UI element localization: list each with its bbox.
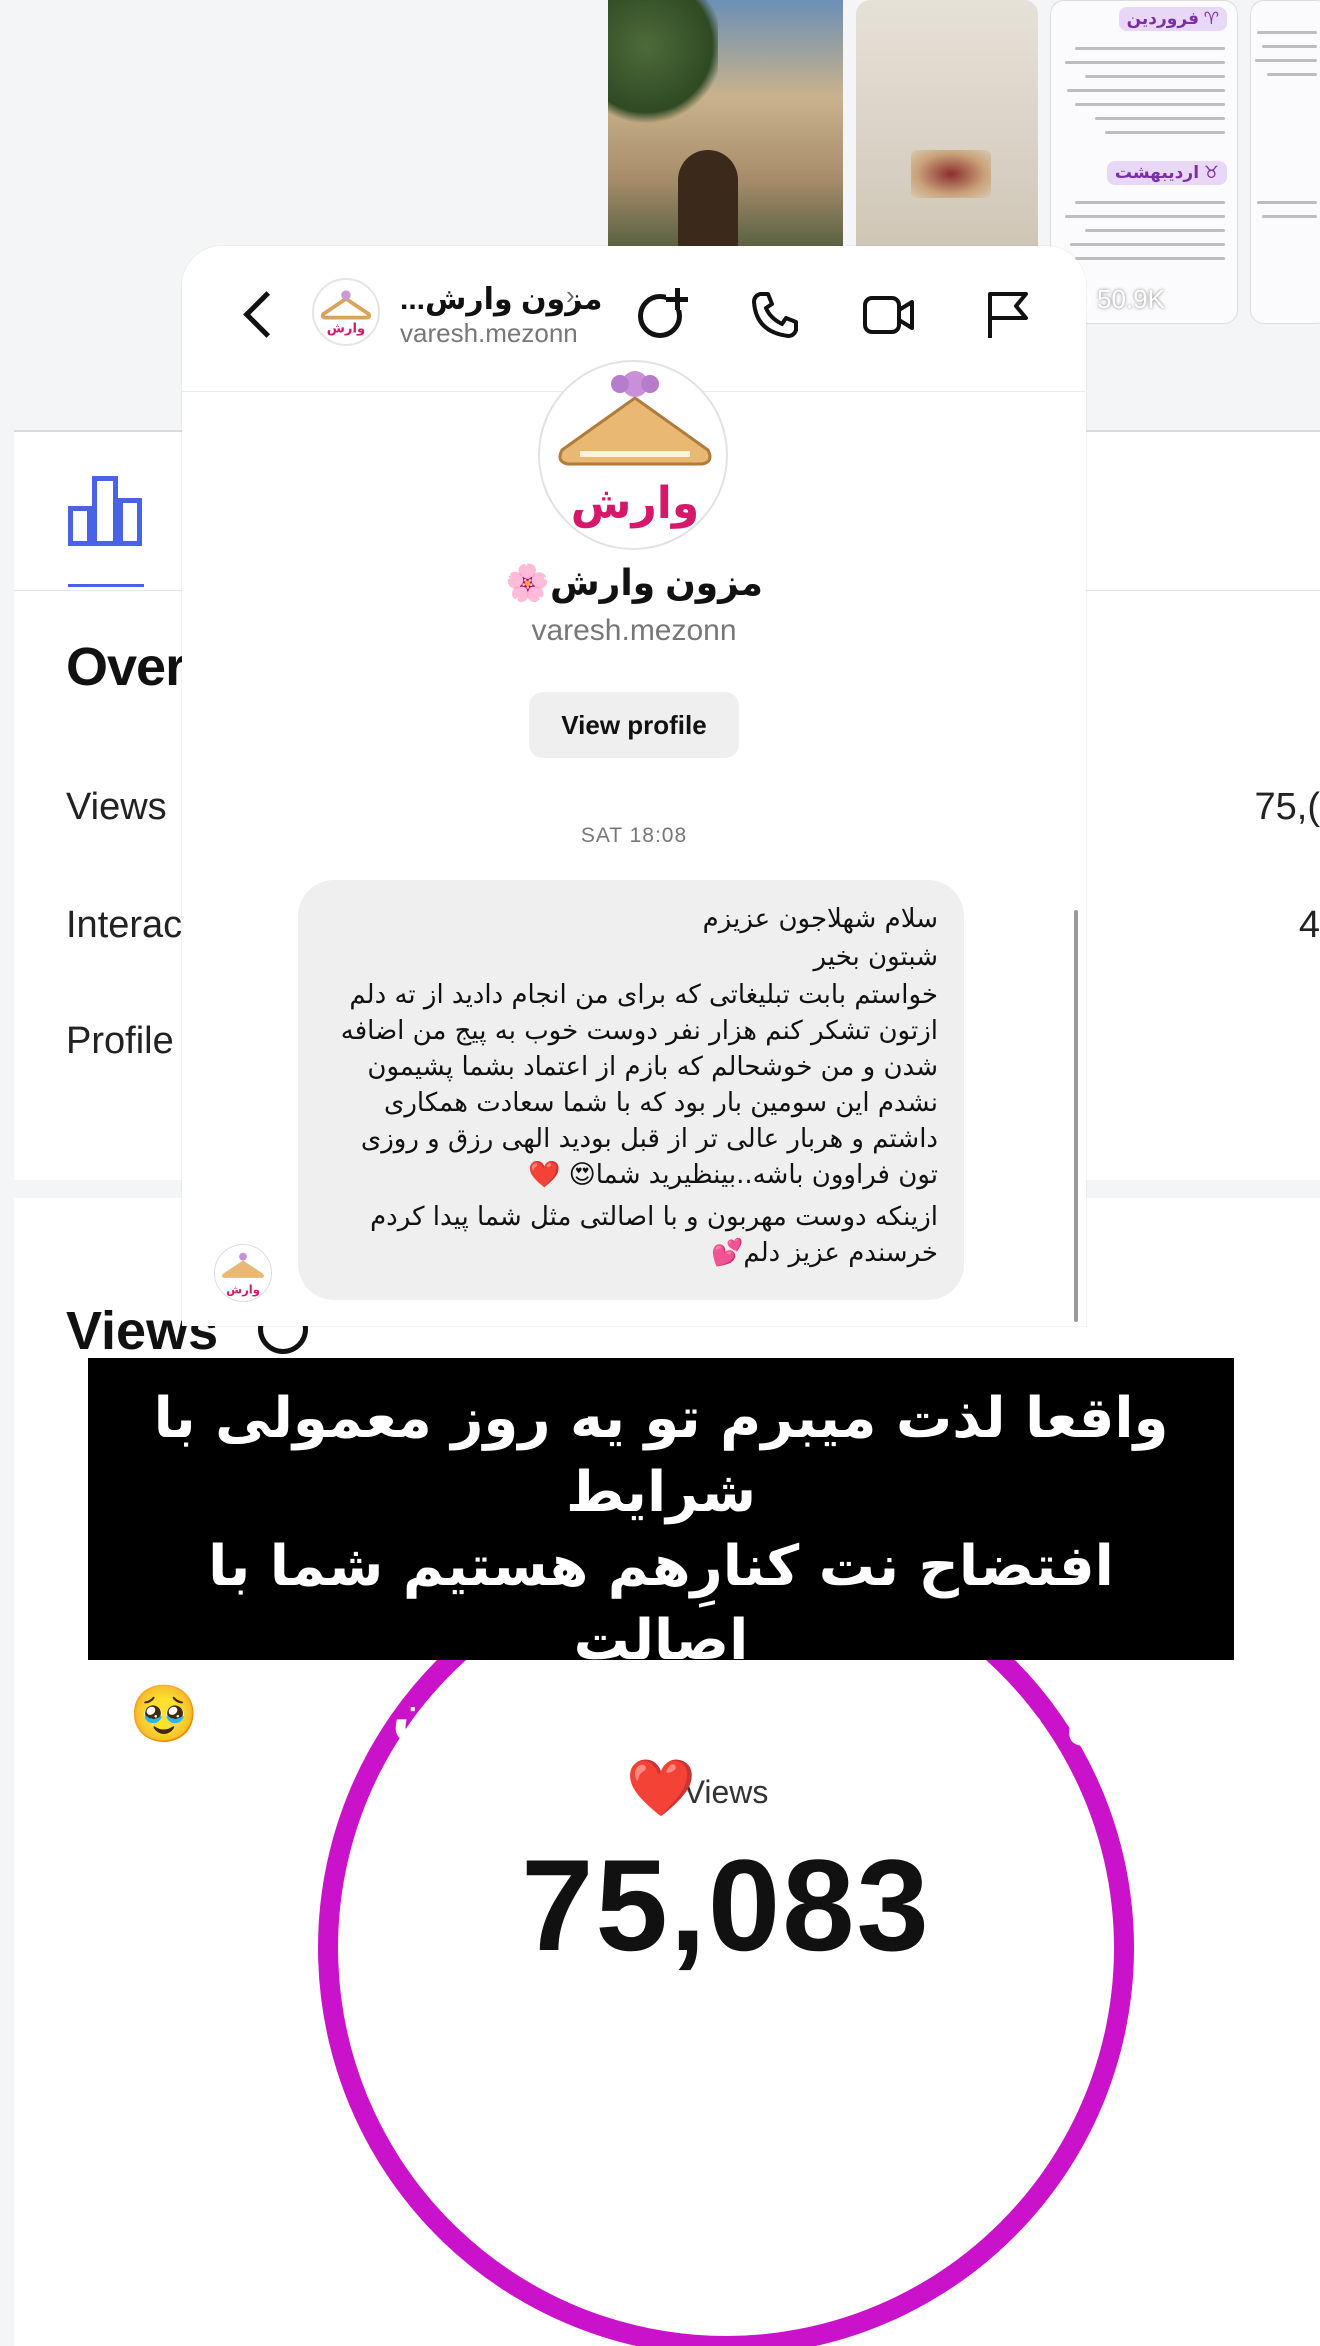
doc-tag-ordibehesht: اردیبهشت ♉ [1106,161,1227,185]
sender-avatar[interactable]: وارش [214,1244,272,1302]
message-line: شدن و من خوشحالم که بازم از اعتماد بشما … [367,1052,938,1082]
profile-avatar[interactable]: وارش [538,360,728,550]
post-thumbnail-horoscope-2[interactable] [1250,0,1320,324]
stat-label-interactions: Interac [66,904,183,946]
add-call-icon[interactable] [636,288,690,342]
message-line: تون فراوون باشه..بینظیرید شما😍 ❤️ [528,1160,938,1190]
chevron-right-icon: › [566,280,575,310]
profile-name: مزون وارش🌸 [505,562,763,603]
svg-text:وارش: وارش [226,1282,260,1297]
video-call-icon[interactable] [862,288,916,342]
bar-chart-icon[interactable] [68,476,142,546]
message-line: سلام شهلاجون عزیزم [702,904,938,934]
message-line: داشتم و هربار عالی تر از قبل بودید الهی … [360,1124,938,1154]
svg-text:وارش: وارش [571,478,699,529]
view-profile-button[interactable]: View profile [529,692,739,758]
header-handle: varesh.mezonn [400,318,578,348]
caption-line: واقعا لذت میبرم تو یه روز معمولی با شرای… [153,1386,1169,1525]
message-bubble[interactable]: سلام شهلاجون عزیزم شبتون بخیر خواستم باب… [298,880,964,1300]
scrollbar[interactable] [1074,910,1078,1322]
message-line: ازتون تشکر کنم هزار نفر دوست خوب به پیج … [340,1016,938,1046]
donut-value: 75,083 [521,1832,931,1978]
svg-text:وارش: وارش [327,322,365,337]
hanger-logo-icon: وارش [222,1252,264,1297]
caption-overlay: واقعا لذت میبرم تو یه روز معمولی با شرای… [88,1358,1234,1821]
stat-value-views: 75,( [1254,786,1320,828]
palm-tree-image [608,0,718,130]
stat-label-profile: Profile [66,1020,174,1062]
message-timestamp: SAT 18:08 [580,824,688,847]
caption-line: ترین و وفادارترین دوستامون هستید🥹❤️ [129,1682,1193,1821]
hanger-logo-icon: وارش [320,290,372,337]
message-line: شبتون بخیر [813,942,938,972]
caption-line: افتضاح نت کنارِهم هستیم شما با اصالت [208,1534,1114,1673]
stat-value-interactions: 4 [1298,904,1320,946]
flag-icon[interactable] [980,288,1034,342]
message-line: خرسندم عزیز دلم💕 [711,1238,938,1268]
profile-handle: varesh.mezonn [531,614,737,647]
hanger-logo-icon: وارش [558,371,712,529]
message-line: نشدم این سومین بار بود که با شما سعادت ه… [384,1088,938,1118]
doc-tag-farvardin: فروردین ♈ [1118,7,1227,31]
phone-icon[interactable] [748,288,802,342]
avatar[interactable]: وارش [312,278,380,346]
message-line: ازینکه دوست مهربون و با اصالتی مثل شما پ… [370,1202,938,1232]
back-button[interactable] [238,286,278,342]
message-line: خواستم بابت تبلیغاتی که برای من انجام دا… [349,980,938,1010]
stat-label-views: Views [66,786,167,828]
rug-image [911,150,991,198]
